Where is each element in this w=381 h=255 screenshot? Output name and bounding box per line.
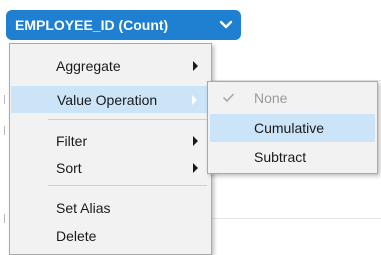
chevron-down-icon[interactable] — [219, 19, 233, 31]
menu-separator — [48, 185, 207, 186]
background-gridline — [210, 218, 381, 219]
menu-item-sort[interactable]: Sort — [10, 154, 211, 181]
submenu-arrow-icon — [192, 95, 197, 105]
menu-item-set-alias[interactable]: Set Alias — [10, 194, 211, 221]
submenu-arrow-icon — [193, 61, 198, 71]
field-context-menu: Aggregate Value Operation Filter Sort Se… — [9, 43, 212, 255]
field-pill-button[interactable]: EMPLOYEE_ID (Count) — [6, 10, 241, 40]
menu-item-label: Aggregate — [56, 57, 121, 74]
field-pill-label: EMPLOYEE_ID (Count) — [15, 17, 169, 33]
submenu-item-none[interactable]: None — [210, 84, 375, 112]
submenu-item-subtract[interactable]: Subtract — [210, 143, 375, 171]
menu-item-filter[interactable]: Filter — [10, 127, 211, 154]
menu-item-delete[interactable]: Delete — [10, 222, 211, 249]
menu-item-label: Filter — [56, 132, 88, 149]
submenu-item-label: Subtract — [254, 149, 307, 165]
submenu-item-cumulative[interactable]: Cumulative — [210, 114, 375, 142]
submenu-arrow-icon — [193, 136, 198, 146]
submenu-arrow-icon — [193, 163, 198, 173]
menu-separator — [48, 119, 207, 120]
submenu-item-label: None — [254, 90, 288, 106]
checkmark-icon — [222, 93, 235, 103]
menu-item-aggregate[interactable]: Aggregate — [10, 52, 211, 79]
menu-item-label: Set Alias — [56, 199, 111, 216]
submenu-item-label: Cumulative — [254, 120, 325, 136]
menu-item-label: Value Operation — [57, 91, 158, 108]
menu-item-label: Delete — [56, 227, 97, 244]
value-operation-submenu: None Cumulative Subtract — [207, 81, 378, 174]
menu-item-label: Sort — [56, 159, 82, 176]
menu-item-value-operation[interactable]: Value Operation — [11, 86, 210, 113]
